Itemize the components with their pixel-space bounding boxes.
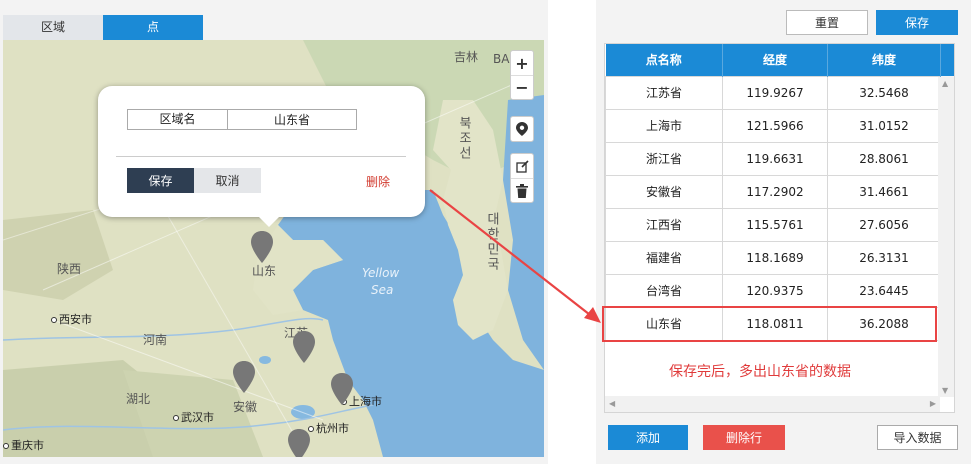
table-cell[interactable]: 119.6631 (722, 141, 828, 176)
popup-divider (116, 156, 406, 157)
table-row[interactable]: 上海市 121.5966 31.0152 (605, 108, 954, 143)
trash-icon (516, 183, 528, 198)
map-panel: 区域 点 吉林 BA 북조선 대한민국 陕西 西安市 河南 湖北 武汉市 重庆市… (0, 0, 548, 464)
table-cell[interactable]: 26.3131 (827, 240, 941, 275)
table-cell[interactable]: 121.5966 (722, 108, 828, 143)
points-table: 点名称 经度 纬度 江苏省 119.9267 32.5468 上海市 121.5… (604, 43, 955, 413)
scroll-left-icon[interactable]: ◀ (609, 399, 615, 408)
popup-button-group: 保存 取消 (127, 168, 261, 193)
map-pin-icon[interactable] (287, 428, 311, 457)
region-name-input[interactable] (228, 109, 357, 130)
table-row[interactable]: 浙江省 119.6631 28.8061 (605, 141, 954, 176)
marker-tool-button[interactable] (511, 117, 533, 141)
map-label-shaanxi: 陕西 (57, 262, 82, 276)
column-header-name[interactable]: 点名称 (605, 44, 723, 76)
popup-save-button[interactable]: 保存 (127, 168, 194, 193)
horizontal-scrollbar[interactable]: ◀ ▶ (605, 396, 940, 412)
table-cell[interactable]: 120.9375 (722, 273, 828, 308)
table-row[interactable]: 安徽省 117.2902 31.4661 (605, 174, 954, 209)
map-label-yellow-sea-2: Sea (371, 283, 394, 297)
scroll-right-icon[interactable]: ▶ (930, 399, 936, 408)
map-label-jilin: 吉林 (454, 50, 479, 64)
zoom-control: + − (510, 50, 534, 100)
popup-pointer (258, 216, 280, 227)
tab-bar: 区域 点 (3, 15, 203, 40)
table-cell[interactable]: 31.4661 (827, 174, 941, 209)
table-row[interactable]: 江苏省 119.9267 32.5468 (605, 75, 954, 110)
table-cell[interactable]: 安徽省 (605, 174, 723, 209)
map-label-south-korea: 대한민국 (484, 212, 499, 272)
edit-icon (515, 159, 529, 173)
map-label-anhui: 安徽 (233, 400, 258, 414)
table-cell[interactable]: 32.5468 (827, 75, 941, 110)
zoom-out-button[interactable]: − (511, 75, 533, 99)
map-label-henan: 河南 (143, 333, 168, 347)
map-label-partial: BA (493, 52, 510, 66)
table-cell[interactable]: 23.6445 (827, 273, 941, 308)
edit-tool-button[interactable] (511, 154, 533, 178)
table-header-row: 点名称 经度 纬度 (605, 44, 954, 76)
map-label-north-korea: 북조선 (456, 116, 471, 161)
import-data-button[interactable]: 导入数据 (877, 425, 958, 450)
region-name-label: 区域名 (127, 109, 228, 130)
reset-button[interactable]: 重置 (786, 10, 868, 35)
table-cell[interactable]: 28.8061 (827, 141, 941, 176)
map-label-chongqing: 重庆市 (3, 437, 44, 453)
column-header-spacer (940, 44, 954, 76)
new-row-highlight (602, 306, 937, 342)
table-cell[interactable]: 上海市 (605, 108, 723, 143)
tab-region[interactable]: 区域 (3, 15, 103, 40)
edit-control (510, 153, 534, 203)
add-row-button[interactable]: 添加 (608, 425, 688, 450)
map-label-xian: 西安市 (51, 311, 92, 327)
map-label-hangzhou: 杭州市 (308, 420, 349, 436)
marker-control (510, 116, 534, 142)
table-cell[interactable]: 江苏省 (605, 75, 723, 110)
annotation-note: 保存完后，多出山东省的数据 (669, 364, 851, 380)
table-row[interactable]: 福建省 118.1689 26.3131 (605, 240, 954, 275)
map-label-yellow-sea-1: Yellow (362, 266, 400, 280)
marker-icon (516, 122, 528, 136)
region-edit-popup: 区域名 保存 取消 删除 (98, 86, 425, 227)
map-label-shandong: 山东 (252, 264, 277, 278)
table-cell[interactable]: 台湾省 (605, 273, 723, 308)
scroll-up-icon[interactable]: ▲ (942, 79, 948, 88)
delete-row-button[interactable]: 删除行 (703, 425, 785, 450)
map-pin-icon[interactable] (292, 330, 316, 364)
map-label-hubei: 湖北 (126, 392, 151, 406)
data-panel: 重置 保存 点名称 经度 纬度 江苏省 119.9267 32.5468 上海市… (596, 0, 971, 464)
map-pin-icon[interactable] (232, 360, 256, 394)
region-name-row: 区域名 (127, 109, 357, 130)
popup-cancel-button[interactable]: 取消 (194, 168, 261, 193)
table-cell[interactable]: 117.2902 (722, 174, 828, 209)
map-pin-icon[interactable] (330, 372, 354, 406)
map-pin-icon[interactable] (250, 230, 274, 264)
table-row[interactable]: 台湾省 120.9375 23.6445 (605, 273, 954, 308)
tab-point[interactable]: 点 (103, 15, 203, 40)
table-cell[interactable]: 119.9267 (722, 75, 828, 110)
table-cell[interactable]: 115.5761 (722, 207, 828, 242)
map-label-wuhan: 武汉市 (173, 409, 214, 425)
table-cell[interactable]: 浙江省 (605, 141, 723, 176)
column-header-longitude[interactable]: 经度 (722, 44, 828, 76)
save-button[interactable]: 保存 (876, 10, 958, 35)
table-cell[interactable]: 福建省 (605, 240, 723, 275)
zoom-in-button[interactable]: + (511, 51, 533, 75)
delete-tool-button[interactable] (511, 178, 533, 202)
popup-delete-link[interactable]: 删除 (366, 173, 390, 190)
table-cell[interactable]: 118.1689 (722, 240, 828, 275)
column-header-latitude[interactable]: 纬度 (827, 44, 941, 76)
table-cell[interactable]: 31.0152 (827, 108, 941, 143)
table-cell[interactable]: 江西省 (605, 207, 723, 242)
table-cell[interactable]: 27.6056 (827, 207, 941, 242)
table-row[interactable]: 江西省 115.5761 27.6056 (605, 207, 954, 242)
vertical-scrollbar[interactable]: ▲ ▼ (938, 77, 954, 397)
scroll-down-icon[interactable]: ▼ (942, 386, 948, 395)
